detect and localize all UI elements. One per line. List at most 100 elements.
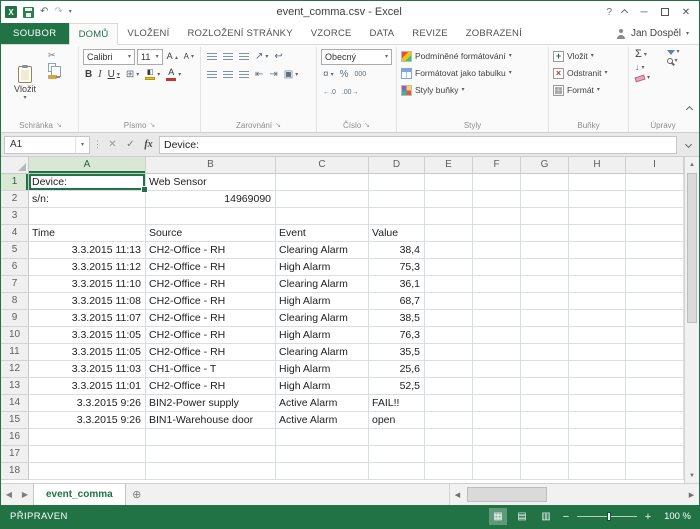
cell-B16[interactable] — [146, 429, 276, 446]
align-left-icon[interactable] — [205, 70, 219, 80]
cell-I6[interactable] — [626, 259, 684, 276]
cell-D2[interactable] — [369, 191, 425, 208]
cell-G13[interactable] — [521, 378, 569, 395]
cell-G5[interactable] — [521, 242, 569, 259]
font-dialog-launcher-icon[interactable] — [149, 121, 155, 129]
cell-H11[interactable] — [569, 344, 626, 361]
column-header-A[interactable]: A — [29, 157, 146, 174]
number-format-combo[interactable]: Obecný — [321, 49, 392, 65]
cell-I7[interactable] — [626, 276, 684, 293]
cell-A3[interactable] — [29, 208, 146, 225]
cell-G8[interactable] — [521, 293, 569, 310]
cell-H10[interactable] — [569, 327, 626, 344]
cell-D10[interactable]: 76,3 — [369, 327, 425, 344]
cell-G17[interactable] — [521, 446, 569, 463]
cell-H16[interactable] — [569, 429, 626, 446]
cell-A10[interactable]: 3.3.2015 11:05 — [29, 327, 146, 344]
percent-style-icon[interactable]: % — [338, 69, 351, 81]
cell-H4[interactable] — [569, 225, 626, 242]
cell-F4[interactable] — [473, 225, 521, 242]
cell-E7[interactable] — [425, 276, 473, 293]
cell-D3[interactable] — [369, 208, 425, 225]
column-header-G[interactable]: G — [521, 157, 569, 174]
restore-button[interactable] — [661, 8, 669, 16]
decrease-indent-icon[interactable]: ⇤ — [253, 69, 265, 81]
cell-I4[interactable] — [626, 225, 684, 242]
zoom-out-icon[interactable]: − — [561, 511, 571, 523]
cell-E1[interactable] — [425, 174, 473, 191]
cell-H3[interactable] — [569, 208, 626, 225]
cell-I11[interactable] — [626, 344, 684, 361]
cell-G14[interactable] — [521, 395, 569, 412]
row-header-4[interactable]: 4 — [1, 225, 29, 242]
cell-B1[interactable]: Web Sensor — [146, 174, 276, 191]
cell-E2[interactable] — [425, 191, 473, 208]
cell-F17[interactable] — [473, 446, 521, 463]
borders-icon[interactable]: ⊞ — [124, 69, 141, 81]
cell-B13[interactable]: CH2-Office - RH — [146, 378, 276, 395]
cell-I9[interactable] — [626, 310, 684, 327]
cell-F13[interactable] — [473, 378, 521, 395]
account-area[interactable]: Jan Dospěl — [616, 23, 699, 44]
cell-F12[interactable] — [473, 361, 521, 378]
tab-insert[interactable]: VLOŽENÍ — [118, 23, 178, 44]
cell-H2[interactable] — [569, 191, 626, 208]
scroll-down-icon[interactable]: ▼ — [685, 468, 699, 483]
cell-C16[interactable] — [276, 429, 369, 446]
formula-input[interactable]: Device: — [159, 136, 677, 154]
cell-C6[interactable]: High Alarm — [276, 259, 369, 276]
cell-A11[interactable]: 3.3.2015 11:05 — [29, 344, 146, 361]
redo-icon[interactable]: ↷ — [54, 7, 62, 17]
cell-A15[interactable]: 3.3.2015 9:26 — [29, 412, 146, 429]
cell-F15[interactable] — [473, 412, 521, 429]
cell-C2[interactable] — [276, 191, 369, 208]
next-sheet-icon[interactable]: ▶ — [17, 484, 33, 505]
cell-H5[interactable] — [569, 242, 626, 259]
cell-B18[interactable] — [146, 463, 276, 480]
column-header-E[interactable]: E — [425, 157, 473, 174]
cell-I12[interactable] — [626, 361, 684, 378]
cell-G18[interactable] — [521, 463, 569, 480]
cell-I16[interactable] — [626, 429, 684, 446]
increase-decimal-icon[interactable]: ←.0 — [321, 88, 338, 97]
cell-F18[interactable] — [473, 463, 521, 480]
row-header-12[interactable]: 12 — [1, 361, 29, 378]
cell-A2[interactable]: s/n: — [29, 191, 146, 208]
row-header-16[interactable]: 16 — [1, 429, 29, 446]
row-header-6[interactable]: 6 — [1, 259, 29, 276]
select-all-button[interactable] — [1, 157, 29, 174]
cell-D7[interactable]: 36,1 — [369, 276, 425, 293]
font-size-combo[interactable]: 11 — [137, 49, 163, 65]
italic-button[interactable]: I — [96, 69, 103, 81]
cell-D8[interactable]: 68,7 — [369, 293, 425, 310]
row-header-17[interactable]: 17 — [1, 446, 29, 463]
cell-D1[interactable] — [369, 174, 425, 191]
cell-H1[interactable] — [569, 174, 626, 191]
merge-center-icon[interactable]: ▣ — [282, 69, 300, 81]
scroll-up-icon[interactable]: ▲ — [685, 157, 699, 172]
undo-icon[interactable]: ↶ — [40, 7, 48, 17]
cell-B17[interactable] — [146, 446, 276, 463]
cell-C4[interactable]: Event — [276, 225, 369, 242]
vertical-scrollbar[interactable]: ▲ ▼ — [684, 157, 699, 483]
cell-C7[interactable]: Clearing Alarm — [276, 276, 369, 293]
excel-app-icon[interactable]: X — [5, 6, 17, 18]
row-header-1[interactable]: 1 — [1, 174, 29, 191]
orientation-icon[interactable]: ↗ — [253, 51, 270, 63]
cell-C1[interactable] — [276, 174, 369, 191]
row-header-14[interactable]: 14 — [1, 395, 29, 412]
cell-E8[interactable] — [425, 293, 473, 310]
cell-B3[interactable] — [146, 208, 276, 225]
cell-B9[interactable]: CH2-Office - RH — [146, 310, 276, 327]
cell-B5[interactable]: CH2-Office - RH — [146, 242, 276, 259]
cell-F14[interactable] — [473, 395, 521, 412]
cell-H17[interactable] — [569, 446, 626, 463]
cell-I5[interactable] — [626, 242, 684, 259]
zoom-slider-thumb[interactable] — [607, 512, 611, 521]
cell-D17[interactable] — [369, 446, 425, 463]
cell-A8[interactable]: 3.3.2015 11:08 — [29, 293, 146, 310]
cell-C9[interactable]: Clearing Alarm — [276, 310, 369, 327]
cell-E17[interactable] — [425, 446, 473, 463]
cell-H14[interactable] — [569, 395, 626, 412]
cell-E13[interactable] — [425, 378, 473, 395]
